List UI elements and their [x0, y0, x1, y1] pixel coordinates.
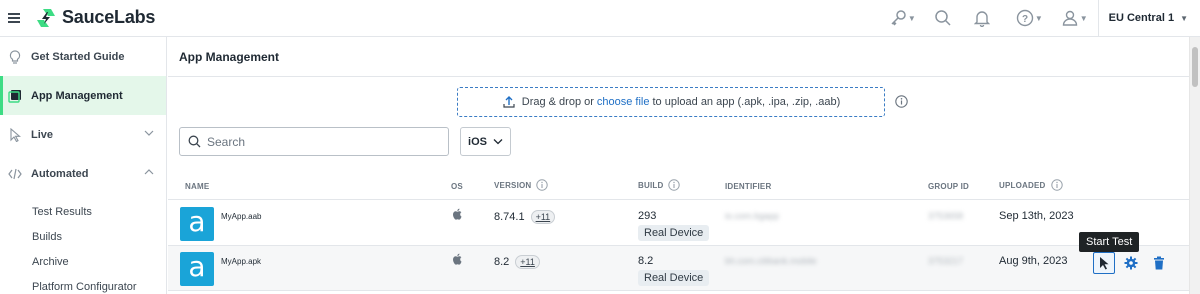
sidebar-subitem-builds[interactable]: Builds — [0, 224, 166, 249]
chevron-down-icon — [144, 130, 154, 136]
choose-file-link[interactable]: choose file — [597, 96, 650, 108]
settings-button[interactable] — [1121, 253, 1141, 273]
top-bar: SauceLabs ▼ ? ▼ ▼ EU Central 1 ▼ — [0, 0, 1200, 37]
key-chevron-icon: ▼ — [907, 13, 916, 23]
upload-dropzone[interactable]: Drag & drop or choose file to upload an … — [457, 87, 885, 117]
region-label: EU Central 1 — [1108, 12, 1175, 24]
sidebar-item-label: Live — [31, 128, 54, 141]
sidebar-item-automated[interactable]: Automated — [0, 154, 166, 193]
start-test-button[interactable] — [1093, 252, 1115, 274]
upload-text-prefix: Drag & drop or — [521, 96, 594, 108]
sidebar-subitem-platform-configurator[interactable]: Platform Configurator — [0, 274, 166, 294]
uploaded-value: Aug 9th, 2023 — [999, 255, 1068, 267]
identifier-value: io.com.bgapp — [725, 211, 780, 221]
search-icon[interactable] — [934, 9, 952, 27]
user-chevron-icon: ▼ — [1079, 13, 1088, 23]
sidebar-subitem-test-results[interactable]: Test Results — [0, 199, 166, 224]
app-icon: a — [180, 252, 214, 286]
group-id-value: 3753217 — [928, 256, 964, 266]
info-icon[interactable] — [895, 95, 908, 111]
logo[interactable]: SauceLabs — [36, 7, 155, 28]
more-versions-badge[interactable]: +11 — [530, 210, 556, 224]
trash-icon — [1154, 256, 1164, 270]
scrollbar-thumb[interactable] — [1192, 47, 1198, 87]
column-header-identifier[interactable]: IDENTIFIER — [725, 182, 771, 191]
column-header-build[interactable]: BUILD — [638, 179, 681, 191]
search-icon — [188, 135, 201, 148]
version-value: 8.74.1 — [494, 211, 525, 223]
code-icon — [8, 167, 22, 181]
app-icon: a — [180, 207, 214, 241]
column-header-version[interactable]: VERSION — [494, 179, 549, 191]
table-row[interactable]: a MyApp.aab 8.74.1 +11 293 Real Device io… — [168, 201, 1200, 246]
build-value: 293 — [638, 210, 657, 222]
cursor-icon — [8, 127, 22, 142]
lightbulb-icon — [8, 49, 22, 64]
group-id-value: 3753658 — [928, 211, 964, 221]
app-name[interactable]: MyApp.aab — [221, 212, 261, 221]
user-icon[interactable]: ▼ — [1061, 9, 1088, 27]
build-cell: 293 Real Device — [638, 210, 710, 241]
chevron-down-icon: ▼ — [1180, 13, 1188, 23]
real-device-badge: Real Device — [638, 225, 710, 241]
sidebar-item-label: App Management — [31, 89, 123, 102]
main-content: App Management Drag & drop or choose fil… — [168, 37, 1200, 294]
chevron-up-icon — [144, 169, 154, 175]
sidebar-item-label: Get Started Guide — [31, 50, 125, 63]
table-row[interactable]: a MyApp.apk 8.2 +11 8.2 Real Device bh.co… — [168, 246, 1200, 291]
start-test-tooltip: Start Test — [1079, 232, 1140, 257]
region-selector[interactable]: EU Central 1 ▼ — [1097, 0, 1188, 36]
uploaded-value: Sep 13th, 2023 — [999, 210, 1074, 222]
build-value: 8.2 — [638, 255, 654, 267]
build-cell: 8.2 Real Device — [638, 255, 710, 286]
search-field[interactable] — [179, 127, 449, 156]
info-icon[interactable] — [1050, 179, 1063, 191]
delete-button[interactable] — [1149, 253, 1169, 273]
version-cell: 8.2 +11 — [494, 255, 540, 269]
saucelabs-logo-icon — [37, 8, 55, 27]
os-select-value: iOS — [468, 135, 487, 148]
sidebar-item-app-management[interactable]: App Management — [0, 76, 166, 115]
sidebar-item-get-started[interactable]: Get Started Guide — [0, 37, 166, 76]
apple-icon — [453, 208, 462, 220]
app-management-icon — [8, 89, 22, 103]
sidebar: Get Started Guide App Management Live Au… — [0, 37, 167, 294]
info-icon[interactable] — [668, 179, 681, 191]
sidebar-item-label: Automated — [31, 167, 89, 180]
more-versions-badge[interactable]: +11 — [515, 255, 540, 269]
help-icon[interactable]: ? ▼ — [1016, 9, 1043, 27]
app-name[interactable]: MyApp.apk — [221, 257, 261, 266]
bell-icon[interactable] — [973, 9, 990, 27]
version-cell: 8.74.1 +11 — [494, 210, 556, 224]
logo-text: SauceLabs — [62, 7, 156, 27]
column-header-uploaded[interactable]: UPLOADED — [999, 179, 1063, 191]
sidebar-subitem-archive[interactable]: Archive — [0, 249, 166, 274]
os-select[interactable]: iOS — [460, 127, 511, 156]
upload-text-suffix: to upload an app (.apk, .ipa, .zip, .aab… — [652, 96, 841, 108]
version-value: 8.2 — [494, 256, 510, 268]
table-header: NAME OS VERSION BUILD IDENTIFIER GROUP I… — [168, 174, 1200, 200]
help-chevron-icon: ▼ — [1034, 13, 1043, 23]
upload-icon — [503, 96, 515, 108]
identifier-value: bh.com.citibank.mobile — [725, 256, 817, 266]
info-icon[interactable] — [536, 179, 549, 191]
cursor-icon — [1100, 257, 1109, 270]
scrollbar[interactable] — [1189, 37, 1200, 294]
svg-text:?: ? — [1022, 14, 1028, 25]
column-header-os[interactable]: OS — [451, 182, 463, 191]
chevron-down-icon — [493, 139, 503, 145]
page-title: App Management — [168, 37, 1200, 77]
column-header-name[interactable]: NAME — [185, 182, 209, 191]
column-header-group-id[interactable]: GROUP ID — [928, 182, 969, 191]
real-device-badge: Real Device — [638, 270, 710, 286]
gear-icon — [1124, 256, 1138, 270]
menu-icon[interactable] — [8, 13, 20, 23]
sidebar-item-live[interactable]: Live — [0, 115, 166, 154]
apple-icon — [453, 253, 462, 265]
key-icon[interactable]: ▼ — [889, 9, 916, 27]
search-input[interactable] — [207, 134, 437, 149]
